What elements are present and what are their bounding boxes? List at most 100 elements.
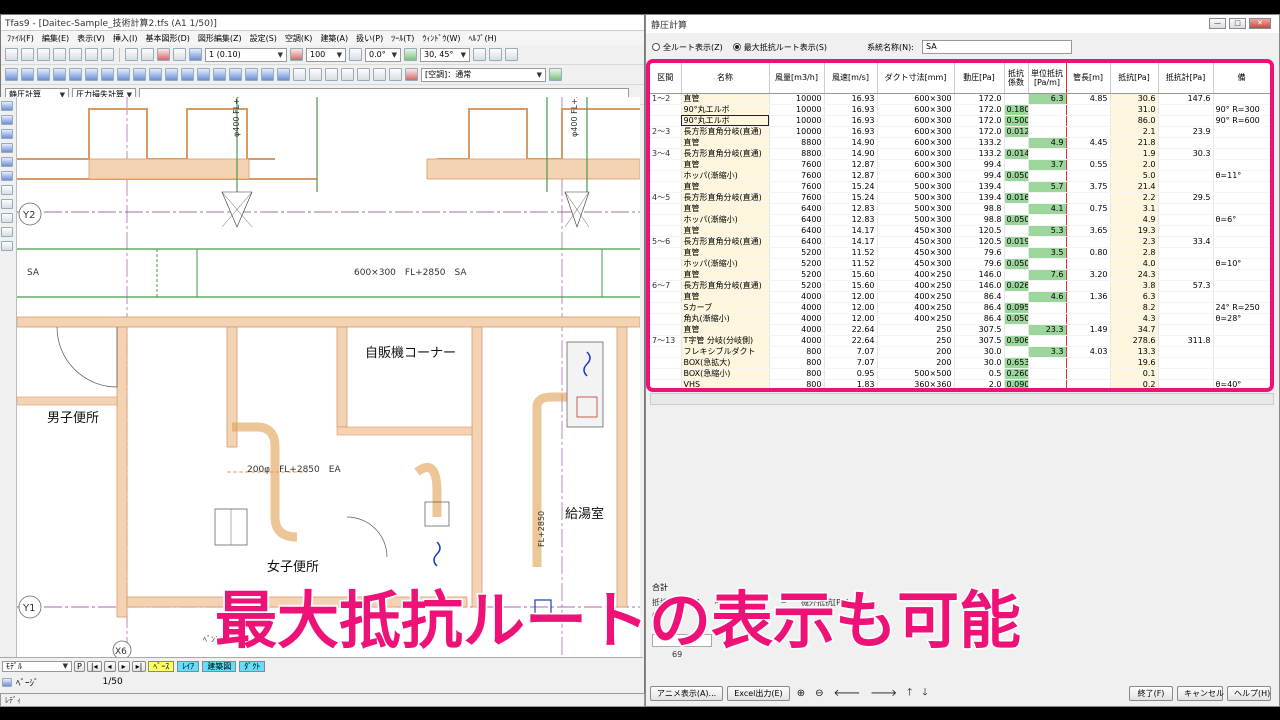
cell-remarks[interactable] (1213, 368, 1270, 380)
drawing-canvas[interactable]: Y2 Y1 X6 φ400 FL+3000 SA φ400 FL+3000 SA… (17, 97, 640, 658)
door-icon[interactable] (341, 68, 354, 81)
cell-section[interactable]: 2～3 (650, 126, 682, 138)
cell-name[interactable]: 直管 (681, 269, 770, 281)
cell-section[interactable]: 7～13 (650, 335, 682, 347)
cell-velocity[interactable]: 14.90 (824, 148, 878, 160)
cell-name[interactable]: 直管 (681, 93, 770, 105)
cell-remarks[interactable] (1213, 126, 1270, 138)
cell-section[interactable] (650, 115, 682, 127)
first-page-icon[interactable]: |◂ (86, 660, 102, 672)
cell-resistance-total[interactable] (1158, 291, 1214, 303)
cell-remarks[interactable]: 90° R=600 (1213, 115, 1270, 127)
cell-dynamic-pressure[interactable]: 172.0 (954, 115, 1005, 127)
table-row[interactable]: 5～6 長方形直角分岐(直通) 6400 14.17 450×300 120.5 0.019… (650, 236, 1270, 248)
cell-airflow[interactable]: 10000 (769, 126, 825, 138)
measure-icon[interactable] (505, 48, 518, 61)
cell-airflow[interactable]: 5200 (769, 258, 825, 270)
cell-velocity[interactable]: 16.93 (824, 93, 878, 105)
cell-airflow[interactable]: 7600 (769, 170, 825, 182)
insulation-icon[interactable] (261, 68, 274, 81)
cell-duct-size[interactable]: 450×300 (877, 247, 955, 259)
cell-name[interactable]: BOX(急縮小) (681, 368, 770, 380)
table-row[interactable]: 6～7 長方形直角分岐(直通) 5200 15.60 400×250 146.0 0.026… (650, 280, 1270, 292)
delete-icon[interactable] (157, 48, 170, 61)
diffuser-icon[interactable] (117, 68, 130, 81)
cell-unit-resistance[interactable] (1028, 214, 1067, 226)
radio-max-route[interactable] (732, 43, 741, 51)
table-row[interactable]: BOX(急縮小) 800 0.95 500×500 0.5 0.260 0.1 (650, 368, 1270, 380)
cell-pipe-length[interactable] (1066, 236, 1111, 248)
cell-airflow[interactable]: 7600 (769, 181, 825, 193)
cell-resistance-total[interactable] (1158, 104, 1214, 116)
cell-resistance-coef[interactable]: 0.019 (1004, 236, 1029, 248)
tool-arc-icon[interactable] (1, 143, 13, 153)
cell-resistance-coef[interactable]: 0.090 (1004, 379, 1029, 388)
cell-duct-size[interactable]: 200 (877, 346, 955, 358)
cell-pipe-length[interactable] (1066, 357, 1111, 369)
cell-dynamic-pressure[interactable]: 99.4 (954, 170, 1005, 182)
zoom-out-icon[interactable]: ⊖ (812, 688, 826, 699)
cell-section[interactable] (650, 357, 682, 369)
cell-pipe-length[interactable] (1066, 148, 1111, 160)
cell-unit-resistance[interactable]: 4.6 (1028, 291, 1067, 303)
cell-resistance[interactable]: 34.7 (1110, 324, 1159, 336)
cell-dynamic-pressure[interactable]: 307.5 (954, 335, 1005, 347)
cell-resistance-coef[interactable]: 0.026 (1004, 280, 1029, 292)
cell-airflow[interactable]: 800 (769, 379, 825, 388)
cell-duct-size[interactable]: 200 (877, 357, 955, 369)
cell-remarks[interactable] (1213, 93, 1270, 105)
cell-resistance-total[interactable] (1158, 247, 1214, 259)
cell-section[interactable] (650, 258, 682, 270)
cell-remarks[interactable]: θ=10° (1213, 258, 1270, 270)
cell-pipe-length[interactable]: 3.65 (1066, 225, 1111, 237)
radio-max-route-label[interactable]: 最大抵抗ルート表示(S) (744, 42, 827, 53)
cell-pipe-length[interactable]: 1.36 (1066, 291, 1111, 303)
cell-airflow[interactable]: 6400 (769, 214, 825, 226)
cell-dynamic-pressure[interactable]: 307.5 (954, 324, 1005, 336)
cell-pipe-length[interactable]: 0.75 (1066, 203, 1111, 215)
reducer-icon[interactable] (69, 68, 82, 81)
cell-pipe-length[interactable] (1066, 214, 1111, 226)
cell-unit-resistance[interactable]: 3.5 (1028, 247, 1067, 259)
cell-resistance[interactable]: 2.0 (1110, 159, 1159, 171)
cell-pipe-length[interactable]: 0.80 (1066, 247, 1111, 259)
cell-remarks[interactable] (1213, 159, 1270, 171)
cell-airflow[interactable]: 800 (769, 346, 825, 358)
cell-velocity[interactable]: 12.83 (824, 214, 878, 226)
light-icon[interactable] (549, 68, 562, 81)
cell-remarks[interactable]: θ=11° (1213, 170, 1270, 182)
cell-velocity[interactable]: 11.52 (824, 247, 878, 259)
crosshair-icon[interactable] (293, 68, 306, 81)
cell-pipe-length[interactable] (1066, 379, 1111, 388)
cell-duct-size[interactable]: 400×250 (877, 313, 955, 325)
cell-dynamic-pressure[interactable]: 133.2 (954, 148, 1005, 160)
cell-resistance-coef[interactable] (1004, 203, 1029, 215)
cell-dynamic-pressure[interactable]: 86.4 (954, 291, 1005, 303)
cell-unit-resistance[interactable]: 4.9 (1028, 137, 1067, 149)
pipe-icon[interactable] (165, 68, 178, 81)
cell-unit-resistance[interactable] (1028, 170, 1067, 182)
menu-building[interactable]: 建築(A) (316, 33, 352, 44)
arrow-up-icon[interactable]: 🡑 (904, 685, 915, 702)
cell-velocity[interactable]: 22.64 (824, 324, 878, 336)
cell-pipe-length[interactable] (1066, 302, 1111, 314)
cell-remarks[interactable] (1213, 324, 1270, 336)
cell-name[interactable]: 直管 (681, 159, 770, 171)
cell-remarks[interactable]: 90° R=300 (1213, 104, 1270, 116)
cell-pipe-length[interactable]: 4.03 (1066, 346, 1111, 358)
layer-tab-layer[interactable]: ﾚｲｱ (177, 660, 200, 672)
cell-resistance[interactable]: 2.3 (1110, 236, 1159, 248)
cell-airflow[interactable]: 4000 (769, 313, 825, 325)
cell-dynamic-pressure[interactable]: 99.4 (954, 159, 1005, 171)
cell-remarks[interactable] (1213, 357, 1270, 369)
column-icon[interactable] (357, 68, 370, 81)
cell-resistance-total[interactable] (1158, 313, 1214, 325)
angle-combo[interactable]: 0.0° ▼ (365, 47, 401, 62)
cell-pipe-length[interactable] (1066, 258, 1111, 270)
cell-section[interactable]: 4～5 (650, 192, 682, 204)
menu-shape-edit[interactable]: 図形編集(Z) (194, 33, 246, 44)
cell-unit-resistance[interactable] (1028, 357, 1067, 369)
section-icon[interactable] (309, 68, 322, 81)
last-page-icon[interactable]: ▸| (131, 660, 147, 672)
cell-remarks[interactable] (1213, 192, 1270, 204)
